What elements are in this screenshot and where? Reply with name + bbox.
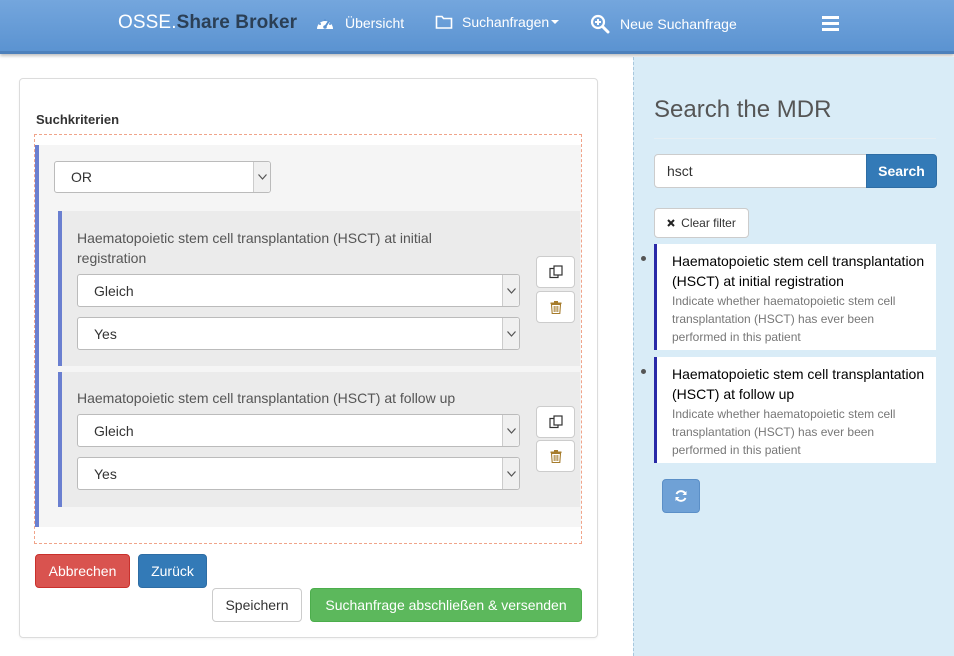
cancel-button[interactable]: Abbrechen xyxy=(35,554,130,588)
duplicate-condition-button[interactable] xyxy=(536,406,575,438)
folder-icon xyxy=(435,15,453,29)
condition-value: Yes xyxy=(94,325,117,342)
sidebar-divider xyxy=(654,138,936,139)
mdr-search-input[interactable] xyxy=(654,154,867,188)
mdr-result-item[interactable]: Haematopoietic stem cell transplantation… xyxy=(654,357,936,463)
chevron-down-icon xyxy=(502,275,519,306)
group-operator-select[interactable]: OR xyxy=(54,161,271,193)
trash-icon xyxy=(550,300,561,314)
nav-neue-suchanfrage[interactable]: Neue Suchanfrage xyxy=(590,14,737,34)
sidebar-title: Search the MDR xyxy=(654,96,832,123)
mdr-result-item[interactable]: Haematopoietic stem cell transplantation… xyxy=(654,244,936,350)
condition-value-select[interactable]: Yes xyxy=(77,457,520,490)
close-icon xyxy=(667,219,675,227)
top-navbar: OSSE.Share Broker Übersicht Suchanfragen… xyxy=(0,0,954,54)
condition-operator-value: Gleich xyxy=(94,422,134,439)
chevron-down-icon xyxy=(253,162,270,192)
back-button[interactable]: Zurück xyxy=(138,554,207,588)
menu-toggle[interactable] xyxy=(822,16,839,34)
brand-logo[interactable]: OSSE.Share Broker xyxy=(118,12,297,34)
result-description: Indicate whether haematopoietic stem cel… xyxy=(672,294,896,344)
result-title: Haematopoietic stem cell transplantation… xyxy=(672,253,925,289)
search-button[interactable]: Search xyxy=(866,154,937,188)
chevron-down-icon xyxy=(502,458,519,489)
section-title: Suchkriterien xyxy=(36,112,120,127)
nav-neue-suchanfrage-label: Neue Suchanfrage xyxy=(620,16,737,32)
chevron-down-icon xyxy=(502,318,519,349)
condition-label: Haematopoietic stem cell transplantation… xyxy=(77,230,432,266)
dashboard-icon xyxy=(317,19,333,29)
brand-prefix: OSSE. xyxy=(118,12,177,33)
delete-condition-button[interactable] xyxy=(536,291,575,323)
caret-down-icon xyxy=(551,20,560,24)
condition-label: Haematopoietic stem cell transplantation… xyxy=(77,390,456,406)
nav-uebersicht-label: Übersicht xyxy=(345,15,405,31)
group-operator-value: OR xyxy=(71,169,92,185)
submit-query-button[interactable]: Suchanfrage abschließen & versenden xyxy=(310,588,582,622)
trash-icon xyxy=(550,449,561,463)
refresh-button[interactable] xyxy=(662,479,700,513)
condition-operator-value: Gleich xyxy=(94,282,134,299)
save-button[interactable]: Speichern xyxy=(212,588,302,622)
brand-suffix: Share Broker xyxy=(176,12,298,33)
nav-suchanfragen[interactable]: Suchanfragen xyxy=(435,14,560,30)
duplicate-condition-button[interactable] xyxy=(536,256,575,288)
refresh-icon xyxy=(675,490,687,502)
condition-value-select[interactable]: Yes xyxy=(77,317,520,350)
nav-suchanfragen-label: Suchanfragen xyxy=(462,14,550,30)
delete-condition-button[interactable] xyxy=(536,440,575,472)
copy-icon xyxy=(548,415,563,429)
hamburger-icon xyxy=(822,16,839,31)
clear-filter-label: Clear filter xyxy=(681,216,736,230)
condition-operator-select[interactable]: Gleich xyxy=(77,414,520,447)
chevron-down-icon xyxy=(502,415,519,446)
copy-icon xyxy=(548,265,563,279)
result-title: Haematopoietic stem cell transplantation… xyxy=(672,366,925,402)
result-description: Indicate whether haematopoietic stem cel… xyxy=(672,407,896,457)
search-plus-icon xyxy=(590,14,610,34)
clear-filter-button[interactable]: Clear filter xyxy=(654,208,749,238)
list-bullet xyxy=(641,369,646,374)
condition-operator-select[interactable]: Gleich xyxy=(77,274,520,307)
nav-uebersicht[interactable]: Übersicht xyxy=(315,14,404,32)
list-bullet xyxy=(641,256,646,261)
condition-value: Yes xyxy=(94,465,117,482)
